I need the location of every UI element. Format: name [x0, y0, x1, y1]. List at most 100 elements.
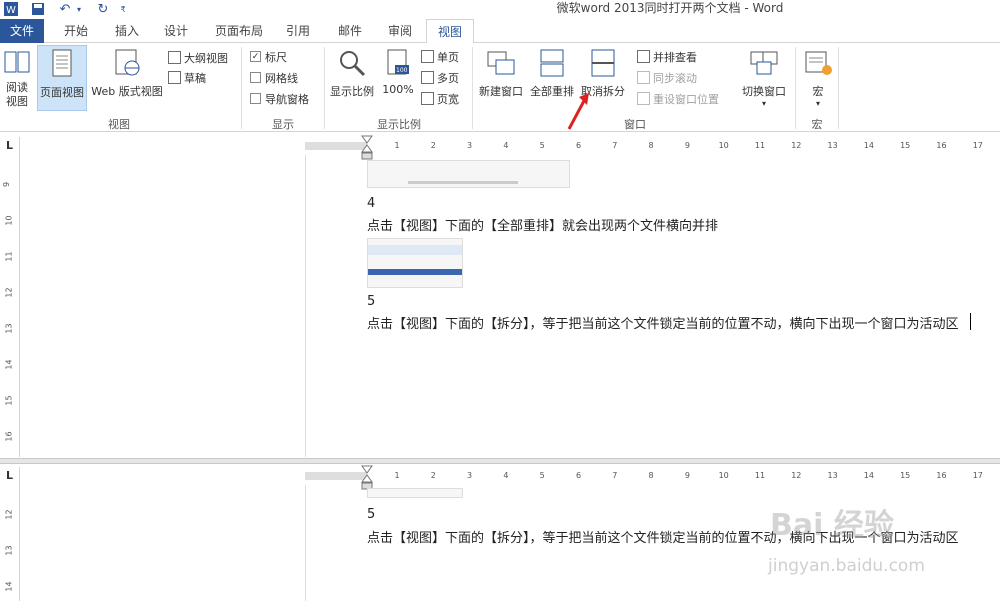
switch-windows-button[interactable]: 切换窗口 ▾ [737, 45, 791, 111]
vruler-tick-label: 16 [4, 431, 14, 442]
reset-window-position-button[interactable]: 重设窗口位置 [637, 89, 719, 108]
read-mode-button[interactable]: 阅读视图 [0, 45, 34, 111]
tab-layout[interactable]: 页面布局 [204, 19, 274, 43]
tab-selector[interactable]: L [0, 467, 20, 485]
macros-button[interactable]: 宏 ▾ [800, 45, 836, 111]
group-label-show: 显示 [272, 118, 294, 131]
new-window-label: 新建窗口 [479, 85, 523, 98]
undo-dropdown-icon[interactable]: ▾ [74, 1, 84, 17]
zoom-button[interactable]: 显示比例 [327, 45, 377, 111]
web-layout-label: Web 版式视图 [91, 85, 163, 98]
outline-button[interactable]: 大纲视图 [168, 48, 228, 67]
one-page-button[interactable]: 单页 [421, 47, 459, 66]
vruler-tick-label: 14 [4, 581, 14, 592]
tab-design[interactable]: 设计 [152, 19, 200, 43]
redo-icon[interactable]: ↻ [95, 1, 111, 17]
split-bar[interactable] [0, 458, 1000, 464]
ruler-tick-label: 17 [972, 471, 983, 480]
ruler-tick-label: 4 [503, 141, 509, 150]
print-layout-button[interactable]: 页面视图 [37, 45, 87, 111]
separator [241, 47, 242, 129]
chevron-down-icon: ▾ [761, 99, 766, 108]
indent-marker-icon[interactable] [361, 135, 373, 161]
ruler-tick-label: 8 [648, 471, 654, 480]
draft-icon [168, 71, 181, 84]
ruler-tick-label: 5 [539, 471, 545, 480]
separator [472, 47, 473, 129]
word-logo-icon: W [2, 1, 20, 17]
tab-review[interactable]: 审阅 [376, 19, 424, 43]
ruler-tick-label: 10 [718, 141, 729, 150]
tab-view[interactable]: 视图 [426, 19, 474, 44]
tab-references[interactable]: 引用 [276, 19, 320, 43]
nav-pane-checkbox[interactable]: 导航窗格 [250, 89, 309, 108]
ruler-tick-label: 13 [827, 471, 838, 480]
tab-mailings[interactable]: 邮件 [326, 19, 374, 43]
vertical-ruler-top[interactable]: 9 10 11 12 13 14 15 16 [0, 155, 20, 457]
ruler-tick-label: 9 [684, 471, 690, 480]
sync-scroll-button[interactable]: 同步滚动 [637, 68, 697, 87]
ruler-tick-label: 5 [539, 141, 545, 150]
paragraph: 点击【视图】下面的【全部重排】就会出现两个文件横向并排 [367, 219, 719, 234]
vruler-tick-label: 9 [2, 181, 12, 188]
tab-file[interactable]: 文件 [0, 19, 44, 43]
customize-qat-icon[interactable]: ₹ [118, 1, 128, 17]
new-window-button[interactable]: 新建窗口 [476, 45, 526, 111]
zoom-100-label: 100% [382, 83, 414, 96]
web-layout-button[interactable]: Web 版式视图 [90, 45, 164, 111]
ruler-tick-label: 2 [430, 471, 436, 480]
ruler-tick-label: 2 [430, 141, 436, 150]
zoom-label: 显示比例 [330, 85, 374, 98]
vertical-ruler-bottom[interactable]: 12 13 14 [0, 485, 20, 601]
vruler-tick-label: 12 [4, 509, 14, 520]
multi-page-button[interactable]: 多页 [421, 68, 459, 87]
vruler-tick-label: 13 [4, 545, 14, 556]
page-icon [38, 49, 86, 82]
separator [838, 47, 839, 129]
baidu-jingyan-watermark: Bai 经验 [770, 508, 894, 543]
ruler-tick-label: 14 [863, 471, 874, 480]
print-layout-label: 页面视图 [40, 86, 84, 99]
tab-insert[interactable]: 插入 [103, 19, 151, 43]
ruler-tick-label: 15 [900, 141, 911, 150]
undo-icon[interactable]: ↶ [56, 1, 74, 17]
chevron-down-icon: ▾ [815, 99, 820, 108]
zoom-100-button[interactable]: 100 100% [380, 45, 416, 111]
reset-position-icon [637, 92, 650, 105]
svg-text:W: W [6, 5, 16, 16]
ruler-tick-label: 6 [575, 141, 582, 150]
screenshot-thumbnail [367, 488, 463, 498]
horizontal-ruler-bottom[interactable]: 1 2 3 4 5 6 7 8 9 10 11 12 13 14 15 16 17 [305, 469, 1000, 483]
title-bar: W ↶ ▾ ↻ ₹ 微软word 2013同时打开两个文档 - Word [0, 0, 1000, 18]
draft-button[interactable]: 草稿 [168, 68, 206, 87]
group-label-window: 窗口 [624, 118, 646, 131]
page-width-button[interactable]: 页宽 [421, 89, 459, 108]
outline-icon [168, 51, 181, 64]
watermark-url: jingyan.baidu.com [768, 556, 925, 576]
tab-home[interactable]: 开始 [52, 19, 100, 43]
magnifier-icon [327, 48, 377, 81]
ruler-checkbox[interactable]: ✓ 标尺 [250, 47, 287, 66]
switch-windows-icon [737, 48, 791, 81]
ruler-tick-label: 11 [754, 471, 766, 480]
check-icon: ✓ [250, 51, 261, 62]
side-by-side-button[interactable]: 并排查看 [637, 47, 697, 66]
ruler-tick-label: 11 [754, 141, 766, 150]
ruler-tick-label: 9 [684, 141, 690, 150]
ribbon: 阅读视图 页面视图 Web 版式视图 大纲视图 草稿 视图 ✓ 标尺 网格线 导航… [0, 43, 1000, 132]
ruler-tick-label: 3 [467, 141, 473, 150]
save-icon[interactable] [30, 1, 46, 17]
gridlines-checkbox[interactable]: 网格线 [250, 68, 298, 87]
horizontal-ruler-top[interactable]: 1 2 3 4 5 6 7 8 9 10 11 12 13 14 15 16 17 [305, 139, 1000, 153]
step-number: 4 [367, 196, 376, 211]
ruler-tick-label: 6 [575, 471, 582, 480]
vruler-tick-label: 10 [4, 215, 14, 226]
ruler-tick-label: 15 [900, 471, 911, 480]
separator [795, 47, 796, 129]
screenshot-thumbnail [367, 238, 463, 288]
page-width-icon [421, 92, 434, 105]
group-label-views: 视图 [108, 118, 130, 131]
ruler-tick-label: 8 [648, 141, 654, 150]
screenshot-thumbnail [367, 160, 570, 188]
tab-selector[interactable]: L [0, 137, 20, 155]
